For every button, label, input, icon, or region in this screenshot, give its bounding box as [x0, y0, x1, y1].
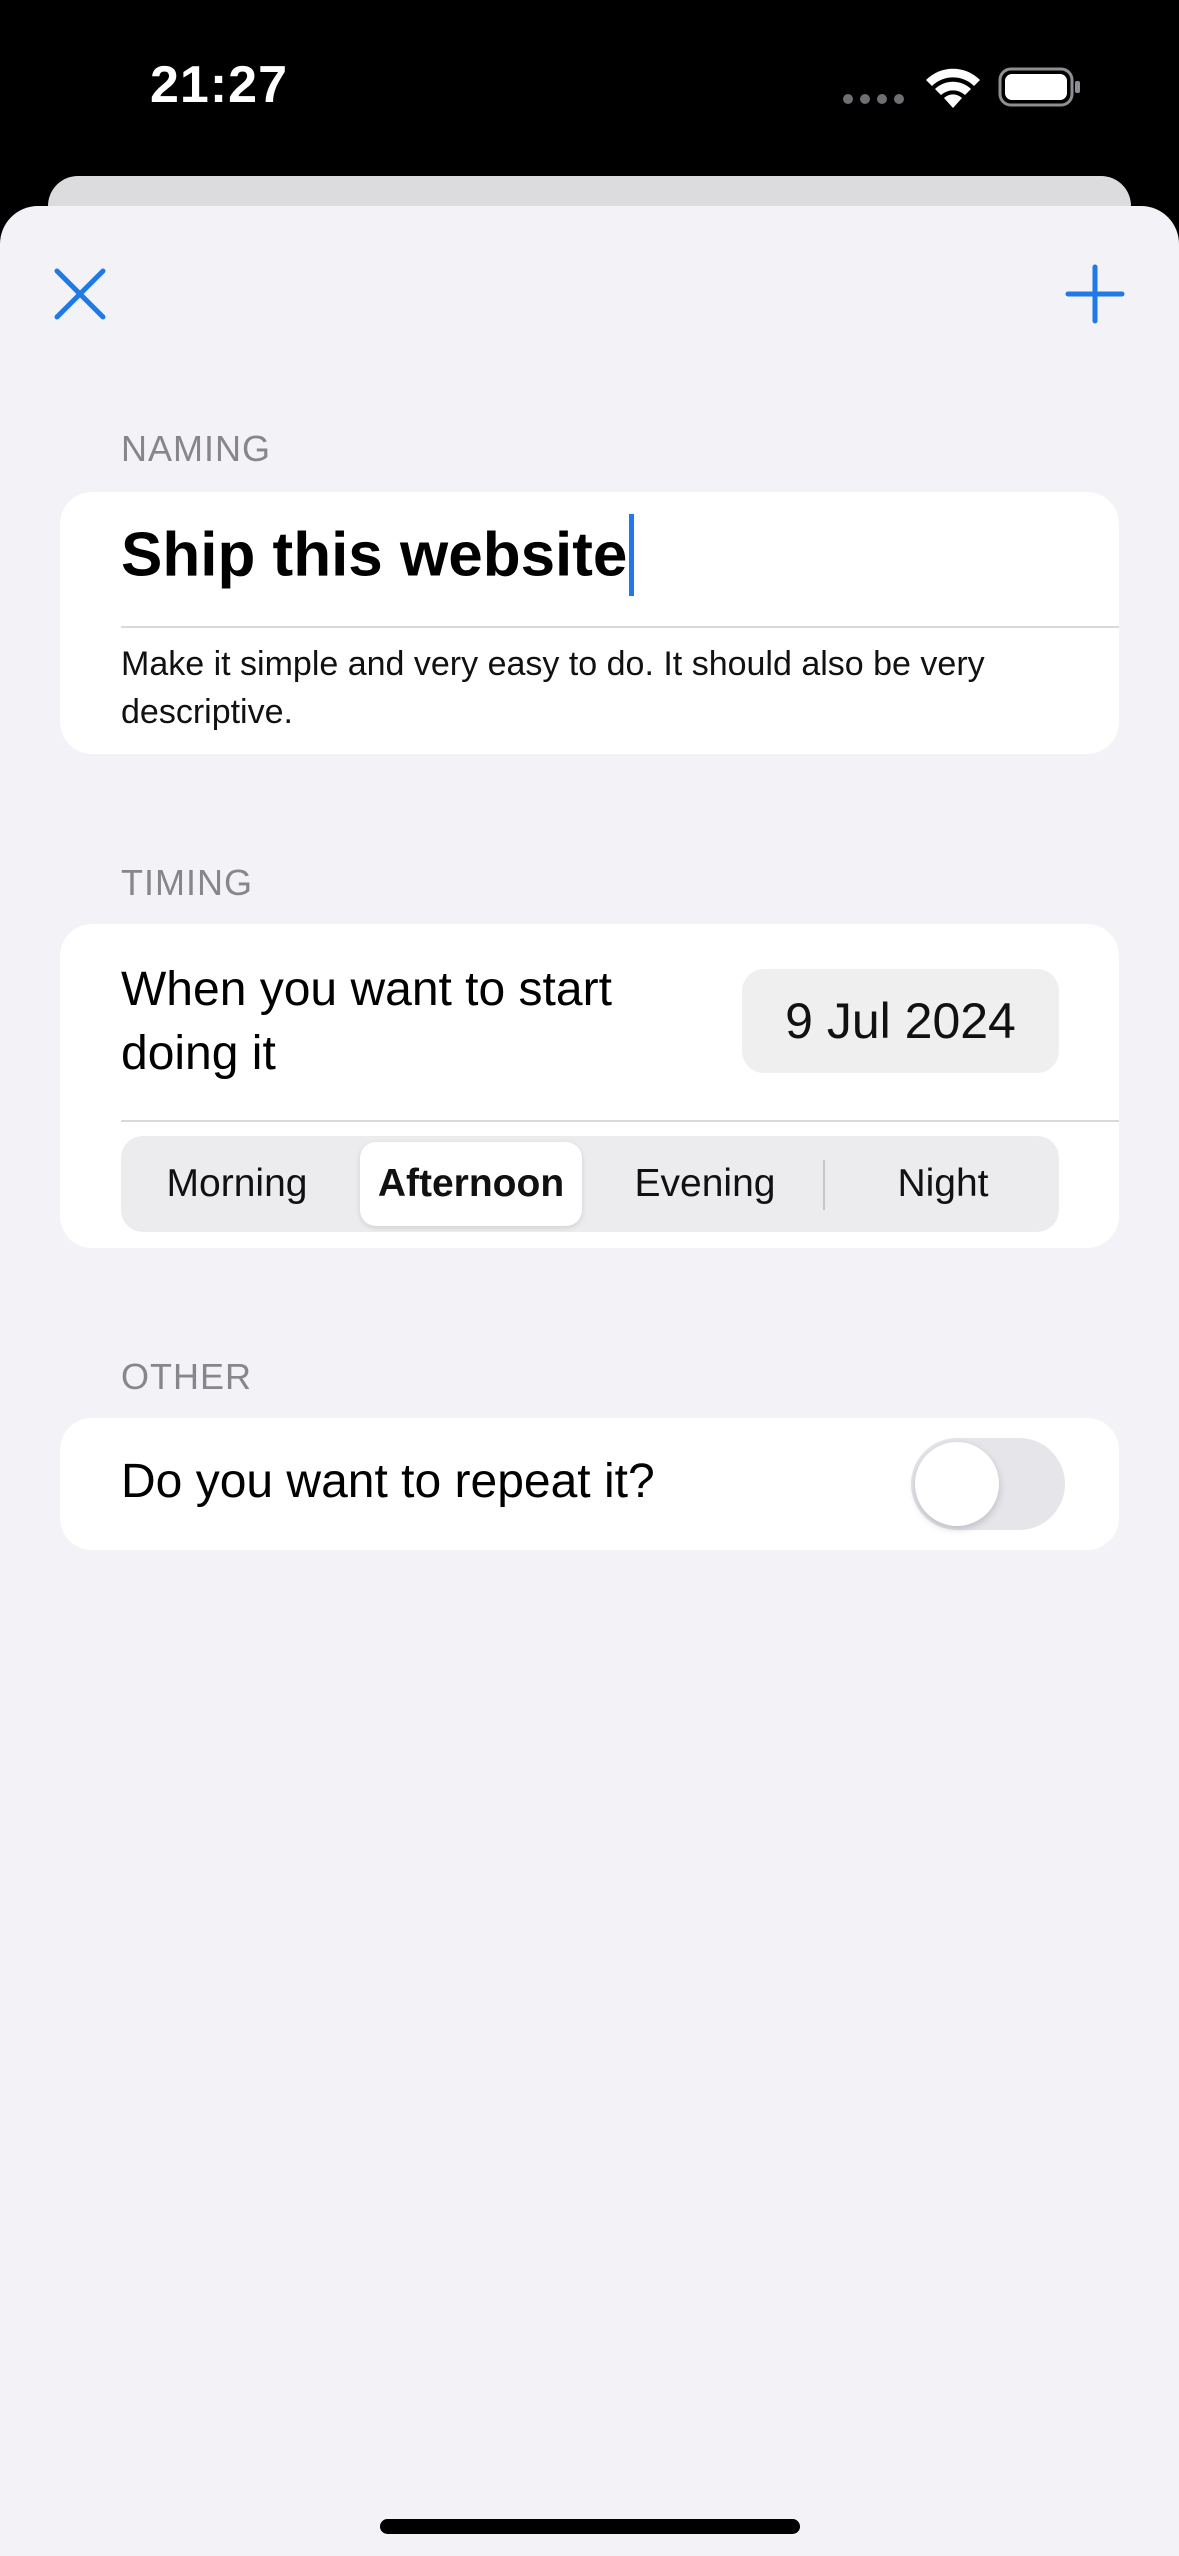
text-caret — [629, 514, 635, 596]
time-of-day-segmented-control: Morning Afternoon Evening Night — [121, 1136, 1059, 1232]
naming-card: Ship this website Make it simple and ver… — [60, 492, 1119, 754]
home-indicator — [380, 2519, 800, 2534]
start-date-label: When you want to start doing it — [121, 963, 612, 1080]
naming-section-header: NAMING — [121, 428, 271, 469]
segment-evening[interactable]: Evening — [589, 1136, 821, 1232]
segment-night[interactable]: Night — [827, 1136, 1059, 1232]
task-title-value: Ship this website — [121, 520, 628, 590]
status-bar: 21:27 — [0, 0, 1179, 180]
divider — [121, 1120, 1119, 1122]
status-time: 21:27 — [150, 56, 288, 114]
timing-card: When you want to start doing it 9 Jul 20… — [60, 924, 1119, 1248]
task-description: Make it simple and very easy to do. It s… — [121, 645, 985, 731]
segment-separator — [823, 1160, 825, 1210]
repeat-label: Do you want to repeat it? — [121, 1455, 655, 1508]
battery-icon — [998, 67, 1080, 107]
divider — [121, 626, 1119, 628]
repeat-toggle[interactable] — [911, 1438, 1065, 1530]
timing-section-header: TIMING — [121, 862, 253, 903]
start-date-picker[interactable]: 9 Jul 2024 — [742, 969, 1059, 1073]
other-section-header: OTHER — [121, 1356, 252, 1397]
new-task-sheet: NAMING Ship this website Make it simple … — [0, 206, 1179, 2556]
task-title-input[interactable]: Ship this website — [121, 514, 635, 600]
plus-icon[interactable] — [1060, 259, 1130, 329]
segment-morning[interactable]: Morning — [121, 1136, 353, 1232]
wifi-icon — [926, 68, 980, 108]
close-icon[interactable] — [45, 259, 115, 329]
cellular-signal-icon — [843, 94, 904, 104]
other-card: Do you want to repeat it? — [60, 1418, 1119, 1550]
segment-afternoon[interactable]: Afternoon — [360, 1142, 582, 1226]
toggle-knob — [915, 1442, 999, 1526]
